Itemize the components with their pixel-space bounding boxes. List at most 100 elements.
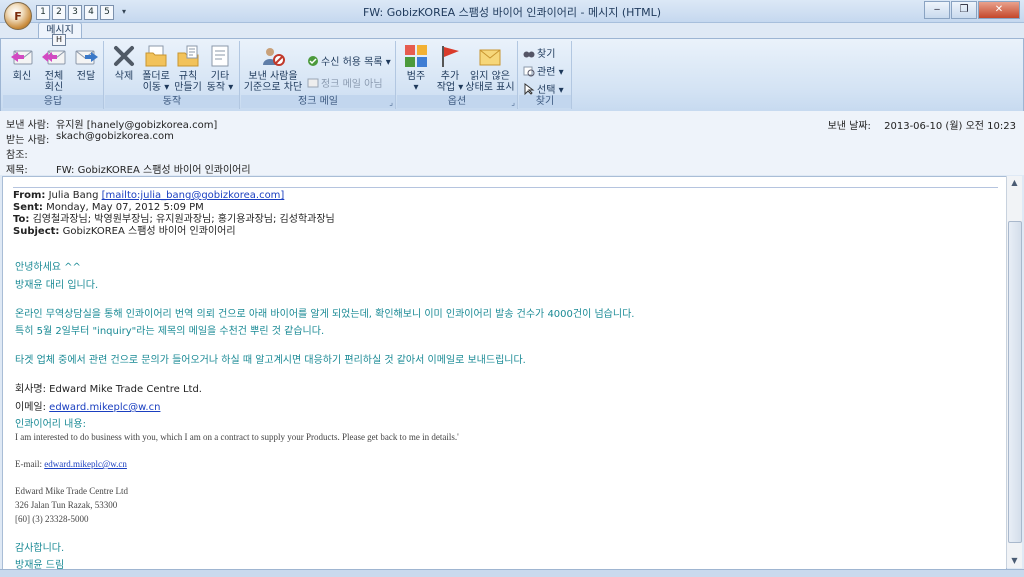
reply-all-button[interactable]: 전체 회신 xyxy=(37,43,71,93)
fwd-sent-row: Sent: Monday, May 07, 2012 5:09 PM xyxy=(13,202,998,214)
flag-icon xyxy=(442,46,459,67)
email-link[interactable]: edward.mikeplc@w.cn xyxy=(49,402,160,413)
qat-item-5[interactable]: 5 xyxy=(100,5,114,20)
signature-line-3: [60] (3) 23328-5000 xyxy=(15,514,89,524)
sent-date: 보낸 날짜: 2013-06-10 (월) 오전 10:23 xyxy=(828,117,1016,132)
group-options: 범주 ▾ 추가 작업 ▾ 읽지 않은 상태로 표시 옵션 ⌟ xyxy=(397,41,518,109)
safe-list-label: 수신 허용 목록 ▾ xyxy=(321,57,391,68)
ribbon: 회신 전체 회신 전달 응답 삭제 폴더로 이동 ▾ 규칙 만들기 기타 동작 … xyxy=(0,38,1024,112)
maximize-button[interactable]: ❐ xyxy=(951,1,977,19)
not-junk-icon xyxy=(307,78,319,87)
qat-customize-icon[interactable]: ▾ xyxy=(122,5,126,20)
reply-label: 회신 xyxy=(12,71,32,82)
fwd-from-mailto-link[interactable]: [mailto:julia_bang@gobizkorea.com] xyxy=(102,190,285,201)
subject-label: 제목: xyxy=(6,165,28,176)
other-actions-button[interactable]: 기타 동작 ▾ xyxy=(203,43,237,93)
rules-label-1: 규칙 xyxy=(178,71,198,82)
block-sender-button[interactable]: 보낸 사람을 기준으로 차단 xyxy=(243,43,303,93)
forward-label: 전달 xyxy=(76,71,96,82)
email-row: 이메일: edward.mikeplc@w.cn xyxy=(15,398,160,413)
mark-unread-button[interactable]: 읽지 않은 상태로 표시 xyxy=(465,43,515,93)
company-value: Edward Mike Trade Centre Ltd. xyxy=(49,384,202,395)
cc-row: 참조: xyxy=(6,146,56,161)
other-actions-icon xyxy=(211,45,229,67)
paragraph-3: 타겟 업체 중에서 관련 건으로 문의가 들어오거나 하실 때 알고계시면 대응… xyxy=(15,355,526,366)
categorize-button[interactable]: 범주 ▾ xyxy=(399,43,433,93)
title-bar: FW: GobizKOREA 스팸성 바이어 인콰이어리 - 메시지 (HTML… xyxy=(0,0,1024,23)
delete-label: 삭제 xyxy=(114,71,134,82)
find-label: 찾기 xyxy=(537,49,556,60)
move-label-1: 폴더로 xyxy=(142,71,170,82)
fwd-subject-row: Subject: GobizKOREA 스팸성 바이어 인콰이어리 xyxy=(13,226,998,238)
delete-button[interactable]: 삭제 xyxy=(107,43,141,82)
not-junk-button[interactable]: 정크 메일 아님 xyxy=(307,75,383,90)
followup-label-2: 작업 ▾ xyxy=(436,82,464,93)
related-label: 관련 ▾ xyxy=(537,67,564,78)
inquiry-label: 인콰이어리 내용: xyxy=(15,419,86,430)
create-rule-button[interactable]: 규칙 만들기 xyxy=(171,43,205,93)
forward-button[interactable]: 전달 xyxy=(69,43,103,82)
greeting-text: 안녕하세요 ^^ xyxy=(15,262,81,273)
find-button[interactable]: 찾기 xyxy=(523,45,555,60)
scroll-thumb[interactable] xyxy=(1008,221,1022,543)
from-row: 보낸 사람: 유지원 [hanely@gobizkorea.com] xyxy=(6,116,217,131)
group-label-respond: 응답 xyxy=(3,95,103,108)
minimize-button[interactable]: ‒ xyxy=(924,1,950,19)
paragraph-2: 특히 5월 2일부터 "inquiry"라는 제목의 메일을 수천건 뿌린 것 … xyxy=(15,326,325,337)
inquiry-email-label: E-mail: xyxy=(15,459,42,469)
message-body[interactable]: From: Julia Bang [mailto:julia_bang@gobi… xyxy=(2,176,1007,570)
fwd-from-label: From: xyxy=(13,190,46,201)
sent-date-value: 2013-06-10 (월) 오전 10:23 xyxy=(884,121,1016,132)
keytip-badge: H xyxy=(52,34,66,46)
scroll-up-icon[interactable]: ▲ xyxy=(1007,176,1022,190)
office-button[interactable]: F xyxy=(4,2,32,30)
unread-label-1: 읽지 않은 xyxy=(470,71,510,82)
window-controls: ‒ ❐ ✕ xyxy=(923,1,1020,19)
reply-icon xyxy=(11,50,33,65)
cc-label: 참조: xyxy=(6,150,28,161)
group-label-find: 찾기 xyxy=(519,95,571,108)
group-respond: 회신 전체 회신 전달 응답 xyxy=(3,41,104,109)
inquiry-email-link[interactable]: edward.mikeplc@w.cn xyxy=(44,459,127,469)
categorize-label-2: ▾ xyxy=(413,82,419,93)
group-actions: 삭제 폴더로 이동 ▾ 규칙 만들기 기타 동작 ▾ 동작 xyxy=(105,41,240,109)
move-to-folder-button[interactable]: 폴더로 이동 ▾ xyxy=(139,43,173,93)
qat-item-3[interactable]: 3 xyxy=(68,5,82,20)
fwd-sent-value: Monday, May 07, 2012 5:09 PM xyxy=(46,202,204,213)
group-label-options: 옵션 xyxy=(397,95,517,108)
qat-item-1[interactable]: 1 xyxy=(36,5,50,20)
vertical-scrollbar[interactable]: ▲ ▼ xyxy=(1006,176,1022,568)
categorize-label-1: 범주 xyxy=(406,71,426,82)
junk-dialog-launcher-icon[interactable]: ⌟ xyxy=(389,98,393,107)
follow-up-button[interactable]: 추가 작업 ▾ xyxy=(433,43,467,93)
safe-list-icon xyxy=(308,55,318,66)
fwd-to-label: To: xyxy=(13,214,30,225)
reply-all-label-1: 전체 xyxy=(44,71,64,82)
block-label-2: 기준으로 차단 xyxy=(243,82,303,93)
options-dialog-launcher-icon[interactable]: ⌟ xyxy=(511,98,515,107)
fwd-sent-label: Sent: xyxy=(13,202,43,213)
qat-item-2[interactable]: 2 xyxy=(52,5,66,20)
related-button[interactable]: 관련 ▾ xyxy=(523,63,564,78)
company-label: 회사명: xyxy=(15,384,46,395)
from-value[interactable]: 유지원 [hanely@gobizkorea.com] xyxy=(56,116,217,131)
intro-text: 방재윤 대리 입니다. xyxy=(15,280,99,291)
not-junk-label: 정크 메일 아님 xyxy=(321,79,383,90)
to-value[interactable]: skach@gobizkorea.com xyxy=(56,131,174,146)
select-button[interactable]: 선택 ▾ xyxy=(523,81,564,96)
close-button[interactable]: ✕ xyxy=(978,1,1020,19)
safe-list-button[interactable]: 수신 허용 목록 ▾ xyxy=(307,53,391,68)
inquiry-email-row: E-mail: edward.mikeplc@w.cn xyxy=(15,459,127,469)
ribbon-tabs: 메시지 ? xyxy=(0,22,1024,58)
other-label-1: 기타 xyxy=(210,71,230,82)
qat-item-4[interactable]: 4 xyxy=(84,5,98,20)
scroll-down-icon[interactable]: ▼ xyxy=(1007,554,1022,568)
fwd-to-value: 김영철과장님; 박영원부장님; 유지원과장님; 홍기용과장님; 김성학과장님 xyxy=(32,214,335,225)
reply-button[interactable]: 회신 xyxy=(5,43,39,82)
subject-row: 제목: FW: GobizKOREA 스팸성 바이어 인콰이어리 xyxy=(6,161,251,176)
thanks-text: 감사합니다. xyxy=(15,543,65,554)
related-icon xyxy=(523,66,535,76)
group-label-actions: 동작 xyxy=(105,95,239,108)
signature-line-2: 326 Jalan Tun Razak, 53300 xyxy=(15,500,118,510)
quick-access-toolbar: 1 2 3 4 5 ▾ xyxy=(36,5,126,20)
